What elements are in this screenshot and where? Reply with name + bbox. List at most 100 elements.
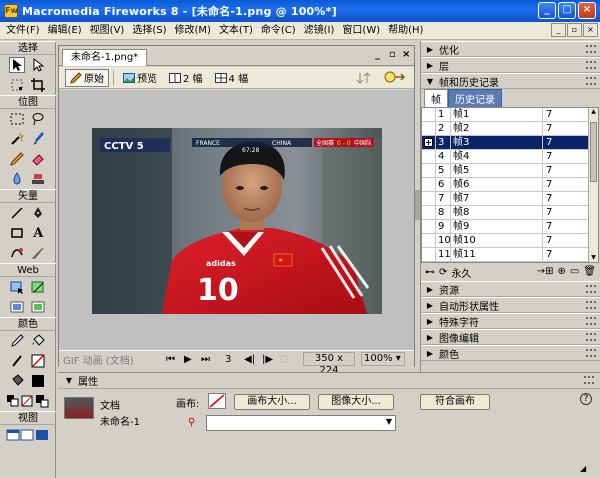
frame-row[interactable]: 7 帧7 7 <box>422 191 598 206</box>
menu-help[interactable]: 帮助(H) <box>384 23 427 39</box>
frame-name[interactable]: 帧7 <box>450 191 542 206</box>
grip-icon[interactable] <box>586 45 596 53</box>
frame-marker[interactable] <box>422 247 436 262</box>
knife-tool-icon[interactable] <box>30 245 46 261</box>
frame-name[interactable]: 帧5 <box>450 163 542 178</box>
fit-canvas-button[interactable]: 符合画布 <box>420 394 490 410</box>
frame-name[interactable]: 帧3 <box>450 135 542 150</box>
4-up-view-button[interactable]: 4 幅 <box>210 69 254 87</box>
resize-grip-icon[interactable]: ◢ <box>580 464 586 473</box>
frame-marker[interactable] <box>422 149 436 164</box>
canvas-size-button[interactable]: 画布大小... <box>234 394 310 410</box>
2-up-view-button[interactable]: 2 幅 <box>164 69 208 87</box>
doc-close-icon[interactable]: × <box>402 49 410 60</box>
help-icon[interactable]: ? <box>580 393 592 405</box>
full-screen-menu-icon[interactable] <box>20 427 34 443</box>
frame-row[interactable]: 10 帧10 7 <box>422 233 598 248</box>
new-frame-icon[interactable]: ▭ <box>570 266 579 277</box>
scroll-thumb[interactable] <box>590 122 597 182</box>
scroll-up-arrow-icon[interactable]: ▲ <box>589 108 598 118</box>
frame-name[interactable]: 帧1 <box>450 108 542 122</box>
doc-close-button[interactable]: × <box>583 23 598 37</box>
menu-file[interactable]: 文件(F) <box>2 23 44 39</box>
paint-bucket-tool-icon[interactable] <box>30 333 46 349</box>
grip-icon[interactable] <box>586 301 596 309</box>
frame-row[interactable]: 11 帧11 7 <box>422 247 598 262</box>
brush-tool-icon[interactable] <box>30 131 46 147</box>
tab-history[interactable]: 历史记录 <box>448 89 502 107</box>
menu-filters[interactable]: 滤镜(I) <box>300 23 339 39</box>
frame-row[interactable]: 3 帧3 7 <box>422 135 598 150</box>
crop-tool-icon[interactable] <box>30 77 46 93</box>
frame-marker[interactable] <box>422 233 436 248</box>
maximize-button[interactable]: □ <box>558 2 576 19</box>
frame-name[interactable]: 帧2 <box>450 121 542 136</box>
frame-name[interactable]: 帧9 <box>450 219 542 234</box>
stop-button[interactable]: ◌ <box>280 354 289 365</box>
frame-marker[interactable] <box>422 205 436 220</box>
preview-view-button[interactable]: 预览 <box>118 69 162 87</box>
prev-frame-button[interactable]: ◀| <box>244 354 255 365</box>
frame-delay[interactable]: 7 <box>542 219 586 234</box>
blur-tool-icon[interactable] <box>9 171 25 187</box>
frame-name[interactable]: 帧6 <box>450 177 542 192</box>
frame-delay[interactable]: 7 <box>542 108 586 122</box>
original-view-button[interactable]: 原始 <box>65 68 109 87</box>
export-option-select[interactable]: ▼ <box>206 415 396 431</box>
first-frame-button[interactable]: ⏮ <box>166 354 175 365</box>
frame-delay[interactable]: 7 <box>542 247 586 262</box>
eyedropper-tool-icon[interactable] <box>9 333 25 349</box>
fill-color-swatch[interactable] <box>30 373 46 389</box>
frames-history-panel-header[interactable]: ▼ 帧和历史记录 <box>421 73 600 89</box>
frame-row[interactable]: 2 帧2 7 <box>422 121 598 136</box>
frame-row[interactable]: 9 帧9 7 <box>422 219 598 234</box>
freeform-tool-icon[interactable] <box>9 245 25 261</box>
image-size-button[interactable]: 图像大小... <box>318 394 394 410</box>
grip-icon[interactable] <box>586 77 596 85</box>
auto-shape-panel-header[interactable]: ▶ 自动形状属性 <box>421 297 600 313</box>
doc-restore-button[interactable]: ▫ <box>567 23 582 37</box>
swap-colors-icon[interactable] <box>35 393 49 409</box>
lasso-tool-icon[interactable] <box>30 111 46 127</box>
grip-icon[interactable] <box>586 285 596 293</box>
hotspot-tool-icon[interactable] <box>9 279 25 295</box>
frame-delay[interactable]: 7 <box>542 163 586 178</box>
pencil-tool-icon[interactable] <box>9 151 25 167</box>
next-frame-button[interactable]: |▶ <box>262 354 273 365</box>
image-edit-panel-header[interactable]: ▶ 图像编辑 <box>421 329 600 345</box>
frame-name[interactable]: 帧11 <box>450 247 542 262</box>
full-screen-icon[interactable] <box>35 427 49 443</box>
frame-name[interactable]: 帧4 <box>450 149 542 164</box>
frame-delay[interactable]: 7 <box>542 205 586 220</box>
current-frame-marker-icon[interactable] <box>422 135 436 150</box>
magic-wand-tool-icon[interactable] <box>9 131 25 147</box>
line-tool-icon[interactable] <box>9 205 25 221</box>
frames-scrollbar[interactable]: ▲ ▼ <box>588 108 598 262</box>
frame-name[interactable]: 帧10 <box>450 233 542 248</box>
onion-skin-icon[interactable]: ⊷ <box>425 267 435 278</box>
close-button[interactable]: × <box>578 2 596 19</box>
stroke-none-swatch[interactable] <box>30 353 46 369</box>
frame-row[interactable]: 1 帧1 7 <box>422 108 598 122</box>
menu-view[interactable]: 视图(V) <box>86 23 129 39</box>
tab-frames[interactable]: 帧 <box>424 89 448 107</box>
duplicate-frame-icon[interactable]: ⊕ <box>557 266 565 277</box>
menu-select[interactable]: 选择(S) <box>128 23 170 39</box>
scroll-down-arrow-icon[interactable]: ▼ <box>589 254 598 262</box>
play-button[interactable]: ▶ <box>184 354 192 365</box>
frame-row[interactable]: 5 帧5 7 <box>422 163 598 178</box>
menu-text[interactable]: 文本(T) <box>215 23 257 39</box>
rectangle-tool-icon[interactable] <box>9 225 25 241</box>
grip-icon[interactable] <box>586 61 596 69</box>
frame-row[interactable]: 6 帧6 7 <box>422 177 598 192</box>
frame-name[interactable]: 帧8 <box>450 205 542 220</box>
menu-modify[interactable]: 修改(M) <box>171 23 215 39</box>
frame-row[interactable]: 4 帧4 7 <box>422 149 598 164</box>
frame-delay[interactable]: 7 <box>542 121 586 136</box>
grip-icon[interactable] <box>586 349 596 357</box>
doc-restore-icon[interactable]: ▫ <box>389 49 396 60</box>
menu-edit[interactable]: 编辑(E) <box>44 23 86 39</box>
eraser-tool-icon[interactable] <box>30 151 46 167</box>
stroke-color-icon[interactable] <box>9 353 25 369</box>
frame-delay[interactable]: 7 <box>542 177 586 192</box>
